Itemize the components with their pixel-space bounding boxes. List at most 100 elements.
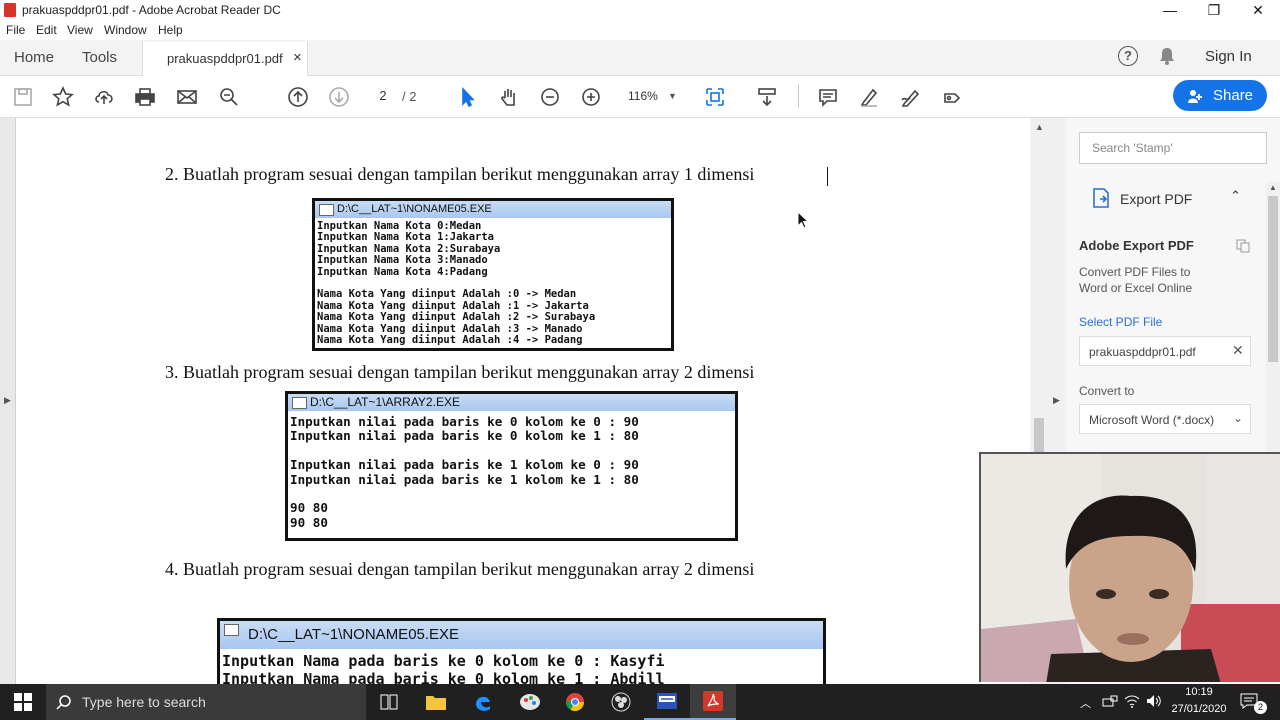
bookmark-star-icon[interactable]: [50, 84, 76, 110]
notification-count-badge: 2: [1254, 701, 1267, 714]
tab-home[interactable]: Home: [14, 49, 54, 66]
edge-browser-icon[interactable]: [460, 684, 506, 720]
chrome-browser-icon[interactable]: [552, 684, 598, 720]
notification-bell-icon[interactable]: [1159, 47, 1175, 65]
tab-document-label: prakuaspddpr01.pdf: [167, 51, 283, 66]
fit-page-icon[interactable]: [702, 84, 728, 110]
search-icon: [56, 694, 72, 710]
acrobat-taskbar-icon[interactable]: [690, 684, 736, 720]
obs-studio-icon[interactable]: [598, 684, 644, 720]
help-icon[interactable]: ?: [1118, 46, 1138, 66]
toolbar-separator: [798, 84, 799, 108]
select-pdf-link[interactable]: Select PDF File: [1079, 315, 1162, 329]
console-line: Inputkan nilai pada baris ke 0 kolom ke …: [290, 428, 639, 444]
restore-button[interactable]: ❐: [1192, 0, 1236, 20]
console-title-bar: D:\C__LAT~1\NONAME05.EXE: [220, 621, 823, 649]
menu-help[interactable]: Help: [158, 23, 183, 37]
taskbar-time[interactable]: 10:19: [1172, 686, 1226, 698]
close-window-button[interactable]: ✕: [1236, 0, 1280, 20]
copy-icon[interactable]: [1236, 239, 1250, 253]
sign-in-link[interactable]: Sign In: [1205, 48, 1252, 65]
file-explorer-icon[interactable]: [413, 684, 459, 720]
question-2-text: 2. Buatlah program sesuai dengan tampila…: [165, 164, 755, 184]
previous-page-icon[interactable]: [285, 84, 311, 110]
chevron-up-icon[interactable]: ⌃: [1230, 188, 1241, 204]
stamp-search-input[interactable]: Search 'Stamp': [1079, 132, 1267, 164]
console-output: Inputkan Nama Kota 0:Medan Inputkan Nama …: [315, 218, 671, 346]
expand-left-arrow-icon[interactable]: ▶: [4, 395, 11, 406]
windows-start-icon[interactable]: [0, 684, 46, 720]
taskbar-search-box[interactable]: Type here to search: [46, 684, 366, 720]
menu-bar: File Edit View Window Help: [0, 20, 1280, 40]
taskbar-date[interactable]: 27/01/2020: [1168, 703, 1230, 715]
console-line: Nama Kota Yang diinput Adalah :2 -> Sura…: [317, 311, 596, 324]
console-line: Inputkan nilai pada baris ke 0 kolom ke …: [290, 414, 639, 429]
adobe-export-description: Convert PDF Files to Word or Excel Onlin…: [1079, 265, 1193, 295]
share-people-icon: [1187, 88, 1203, 104]
console-line: Nama Kota Yang diinput Adalah :4 -> Pada…: [317, 334, 583, 347]
export-pdf-title[interactable]: Export PDF: [1120, 191, 1192, 207]
more-tools-icon[interactable]: [939, 84, 965, 110]
task-view-icon[interactable]: [366, 684, 412, 720]
selected-file-name: prakuaspddpr01.pdf: [1089, 345, 1196, 359]
hand-tool-icon[interactable]: [496, 84, 522, 110]
scroll-mode-icon[interactable]: [754, 84, 780, 110]
draw-sign-icon[interactable]: [897, 84, 923, 110]
share-button[interactable]: Share: [1173, 80, 1267, 111]
email-icon[interactable]: [174, 84, 200, 110]
zoom-out-icon[interactable]: [537, 84, 563, 110]
console-screenshot-1: D:\C__LAT~1\NONAME05.EXE Inputkan Nama K…: [312, 198, 674, 351]
save-icon[interactable]: [10, 84, 36, 110]
webcam-overlay: [979, 452, 1280, 682]
upload-cloud-icon[interactable]: [91, 84, 117, 110]
comment-icon[interactable]: [815, 84, 841, 110]
show-hidden-icons-icon[interactable]: ︿: [1080, 695, 1091, 711]
remove-file-icon[interactable]: ✕: [1232, 342, 1244, 359]
zoom-in-icon[interactable]: [578, 84, 604, 110]
console-line: Inputkan Nama Kota 4:Padang: [317, 265, 488, 278]
window-title: prakuaspddpr01.pdf - Adobe Acrobat Reade…: [22, 3, 281, 17]
console-line: Inputkan nilai pada baris ke 1 kolom ke …: [290, 457, 639, 473]
scroll-up-arrow-icon[interactable]: ▲: [1269, 183, 1277, 192]
volume-icon[interactable]: [1146, 694, 1162, 708]
panel-scrollbar-thumb[interactable]: [1268, 196, 1278, 362]
share-label: Share: [1213, 87, 1254, 104]
next-page-icon[interactable]: [326, 84, 352, 110]
convert-format-value: Microsoft Word (*.docx): [1089, 413, 1215, 427]
scrollbar-thumb[interactable]: [1034, 418, 1044, 454]
console-title-bar: D:\C__LAT~1\NONAME05.EXE: [315, 201, 671, 218]
menu-edit[interactable]: Edit: [36, 23, 57, 37]
left-panel-collapse[interactable]: ▶: [0, 118, 16, 684]
export-pdf-icon: [1090, 187, 1112, 209]
select-cursor-icon[interactable]: [454, 84, 480, 110]
tab-close-button[interactable]: ×: [293, 49, 302, 66]
console-line: Inputkan nilai pada baris ke 1 kolom ke …: [290, 471, 639, 487]
network-icon[interactable]: [1102, 694, 1118, 708]
tab-document[interactable]: prakuaspddpr01.pdf ×: [142, 42, 308, 76]
devcpp-icon[interactable]: [644, 684, 690, 720]
console-screenshot-3: D:\C__LAT~1\NONAME05.EXE Inputkan Nama p…: [217, 618, 826, 684]
convert-format-select[interactable]: Microsoft Word (*.docx) ⌄: [1079, 404, 1251, 434]
search-icon[interactable]: [216, 84, 242, 110]
selected-file-field[interactable]: prakuaspddpr01.pdf ✕: [1079, 336, 1251, 366]
menu-view[interactable]: View: [67, 23, 93, 37]
scroll-up-arrow-icon[interactable]: ▲: [1035, 122, 1044, 132]
console-title-bar: D:\C__LAT~1\ARRAY2.EXE: [288, 394, 735, 411]
minimize-button[interactable]: —: [1148, 0, 1192, 20]
question-4-text: 4. Buatlah program sesuai dengan tampila…: [165, 559, 755, 579]
zoom-level-select[interactable]: 116% ▼: [622, 86, 682, 106]
wifi-icon[interactable]: [1124, 694, 1140, 708]
console-line: Inputkan Nama pada baris ke 0 kolom ke 1…: [222, 670, 665, 684]
chevron-down-icon: ▼: [668, 91, 677, 101]
menu-window[interactable]: Window: [104, 23, 147, 37]
print-icon[interactable]: [132, 84, 158, 110]
collapse-right-arrow-icon[interactable]: ▶: [1053, 395, 1060, 406]
acrobat-app-icon: [4, 3, 16, 17]
menu-file[interactable]: File: [6, 23, 25, 37]
paint-app-icon[interactable]: [507, 684, 553, 720]
highlight-pen-icon[interactable]: [856, 84, 882, 110]
tab-tools[interactable]: Tools: [82, 49, 117, 66]
page-number-input[interactable]: 2: [370, 86, 396, 106]
